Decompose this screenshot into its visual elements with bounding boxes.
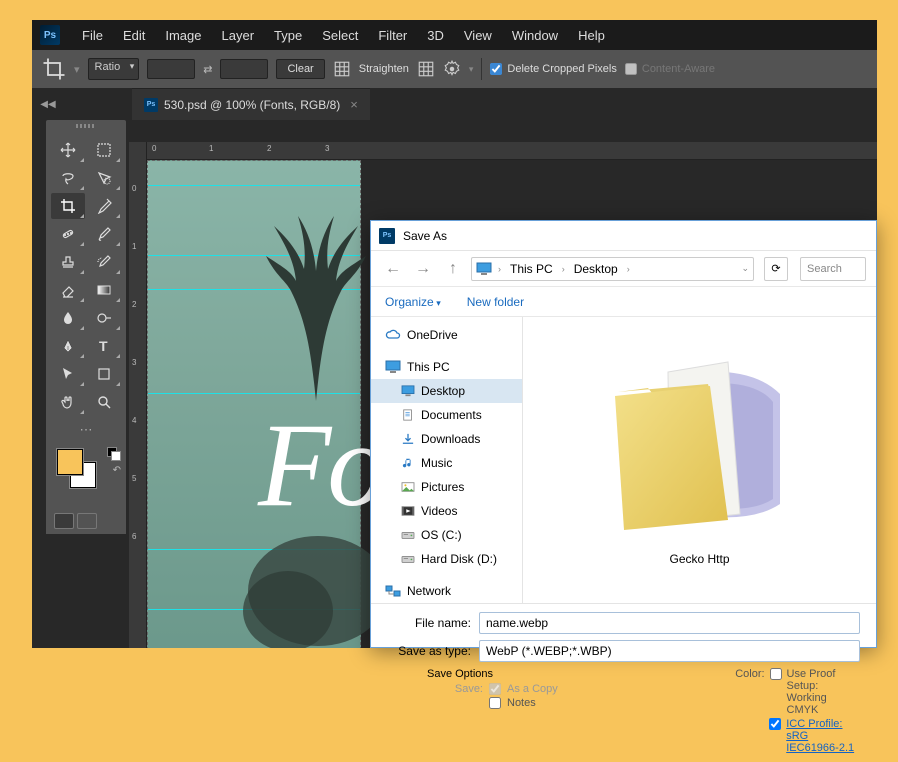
dodge-tool[interactable] (87, 305, 121, 331)
document-tab[interactable]: Ps 530.psd @ 100% (Fonts, RGB/8) × (132, 88, 370, 120)
zoom-tool[interactable] (87, 389, 121, 415)
standard-mode[interactable] (54, 513, 74, 529)
move-tool[interactable] (51, 137, 85, 163)
options-bar: ▾ Ratio ⇄ Clear Straighten ▾ Delete Crop… (32, 50, 877, 88)
tree-item-music[interactable]: Music (371, 451, 522, 475)
close-tab-icon[interactable]: × (350, 97, 358, 112)
stamp-tool[interactable] (51, 249, 85, 275)
forward-icon: → (411, 257, 435, 281)
content-aware-checkbox[interactable]: Content-Aware (625, 63, 715, 75)
notes-checkbox[interactable] (489, 697, 501, 709)
type-tool[interactable]: T (87, 333, 121, 359)
foreground-color[interactable] (57, 449, 83, 475)
menu-image[interactable]: Image (155, 28, 211, 43)
folder-tree[interactable]: OneDrive This PCDesktopDocumentsDownloads… (371, 317, 523, 603)
eyedropper-tool[interactable] (87, 193, 121, 219)
history-brush-tool[interactable] (87, 249, 121, 275)
marquee-tool[interactable] (87, 137, 121, 163)
lasso-tool[interactable] (51, 165, 85, 191)
refresh-icon[interactable]: ⟳ (764, 257, 788, 281)
filename-label: File name: (387, 616, 479, 630)
straighten-label[interactable]: Straighten (359, 63, 409, 75)
horizontal-ruler[interactable]: 0123 (147, 142, 877, 160)
overlay-icon[interactable] (333, 60, 351, 78)
menu-filter[interactable]: Filter (368, 28, 417, 43)
menu-view[interactable]: View (454, 28, 502, 43)
crop-width-input[interactable] (147, 59, 195, 79)
tree-item-pictures[interactable]: Pictures (371, 475, 522, 499)
toolbox-handle[interactable] (46, 120, 126, 132)
menu-layer[interactable]: Layer (212, 28, 265, 43)
file-list[interactable]: Gecko Http (523, 317, 876, 603)
tree-item-hard-disk-d-[interactable]: Hard Disk (D:) (371, 547, 522, 571)
folder-icon[interactable] (600, 354, 800, 534)
eraser-tool[interactable] (51, 277, 85, 303)
blur-tool[interactable] (51, 305, 85, 331)
menu-window[interactable]: Window (502, 28, 568, 43)
tree-item-network[interactable]: Network (371, 579, 522, 603)
crop-tool-icon[interactable] (42, 57, 66, 81)
edit-toolbar[interactable]: ⋯ (51, 417, 121, 443)
delete-cropped-checkbox[interactable]: Delete Cropped Pixels (490, 63, 616, 75)
default-colors-icon[interactable] (107, 447, 121, 461)
vertical-ruler[interactable]: 0123456 (129, 142, 147, 648)
tree-item-downloads[interactable]: Downloads (371, 427, 522, 451)
menu-select[interactable]: Select (312, 28, 368, 43)
tree-item-os-c-[interactable]: OS (C:) (371, 523, 522, 547)
clear-button[interactable]: Clear (276, 59, 324, 79)
menu-edit[interactable]: Edit (113, 28, 155, 43)
tree-item-videos[interactable]: Videos (371, 499, 522, 523)
savetype-select[interactable] (479, 640, 860, 662)
as-copy-checkbox (489, 683, 501, 695)
dialog-titlebar[interactable]: Ps Save As (371, 221, 876, 251)
photoshop-logo: Ps (40, 25, 60, 45)
icc-checkbox[interactable] (769, 718, 781, 730)
back-icon[interactable]: ← (381, 257, 405, 281)
pen-tool[interactable] (51, 333, 85, 359)
gradient-tool[interactable] (87, 277, 121, 303)
toolbox: T ⋯ ↶ (46, 132, 126, 534)
healing-tool[interactable] (51, 221, 85, 247)
color-swatches[interactable]: ↶ (57, 449, 99, 491)
ratio-select[interactable]: Ratio (88, 58, 140, 80)
canvas[interactable]: Fo (147, 160, 361, 648)
shape-tool[interactable] (87, 361, 121, 387)
panel-toggle-icon[interactable]: ◀◀ (32, 88, 64, 120)
path-select-tool[interactable] (51, 361, 85, 387)
up-icon[interactable]: ↑ (441, 257, 465, 281)
new-folder-button[interactable]: New folder (467, 295, 524, 309)
menu-help[interactable]: Help (568, 28, 615, 43)
menu-file[interactable]: File (72, 28, 113, 43)
chevron-down-icon[interactable]: ⌄ (741, 263, 749, 274)
crop-height-input[interactable] (220, 59, 268, 79)
hand-tool[interactable] (51, 389, 85, 415)
canvas-text: Fo (258, 411, 371, 519)
search-input[interactable]: Search (800, 257, 866, 281)
folder-label[interactable]: Gecko Http (669, 552, 729, 566)
photoshop-icon: Ps (379, 228, 395, 244)
crop-tool[interactable] (51, 193, 85, 219)
organize-dropdown[interactable]: Organize (385, 295, 441, 309)
quick-select-tool[interactable] (87, 165, 121, 191)
breadcrumb[interactable]: › This PC › Desktop › ⌄ (471, 257, 754, 281)
pc-icon (476, 262, 492, 276)
menu-3d[interactable]: 3D (417, 28, 454, 43)
swap-colors-icon[interactable]: ↶ (113, 465, 121, 476)
grid-icon[interactable] (417, 60, 435, 78)
watercolor-graphic (228, 531, 371, 648)
menu-type[interactable]: Type (264, 28, 312, 43)
savetype-label: Save as type: (387, 644, 479, 658)
filename-input[interactable] (479, 612, 860, 634)
tree-item-this-pc[interactable]: This PC (371, 355, 522, 379)
svg-text:T: T (99, 338, 108, 354)
brush-tool[interactable] (87, 221, 121, 247)
antler-graphic (236, 201, 371, 401)
quickmask-mode[interactable] (77, 513, 97, 529)
settings-icon[interactable] (443, 60, 461, 78)
tree-item-onedrive[interactable]: OneDrive (371, 323, 522, 347)
save-as-dialog: Ps Save As ← → ↑ › This PC › Desktop › ⌄… (370, 220, 877, 648)
tree-item-documents[interactable]: Documents (371, 403, 522, 427)
swap-icon[interactable]: ⇄ (203, 63, 212, 76)
tree-item-desktop[interactable]: Desktop (371, 379, 522, 403)
